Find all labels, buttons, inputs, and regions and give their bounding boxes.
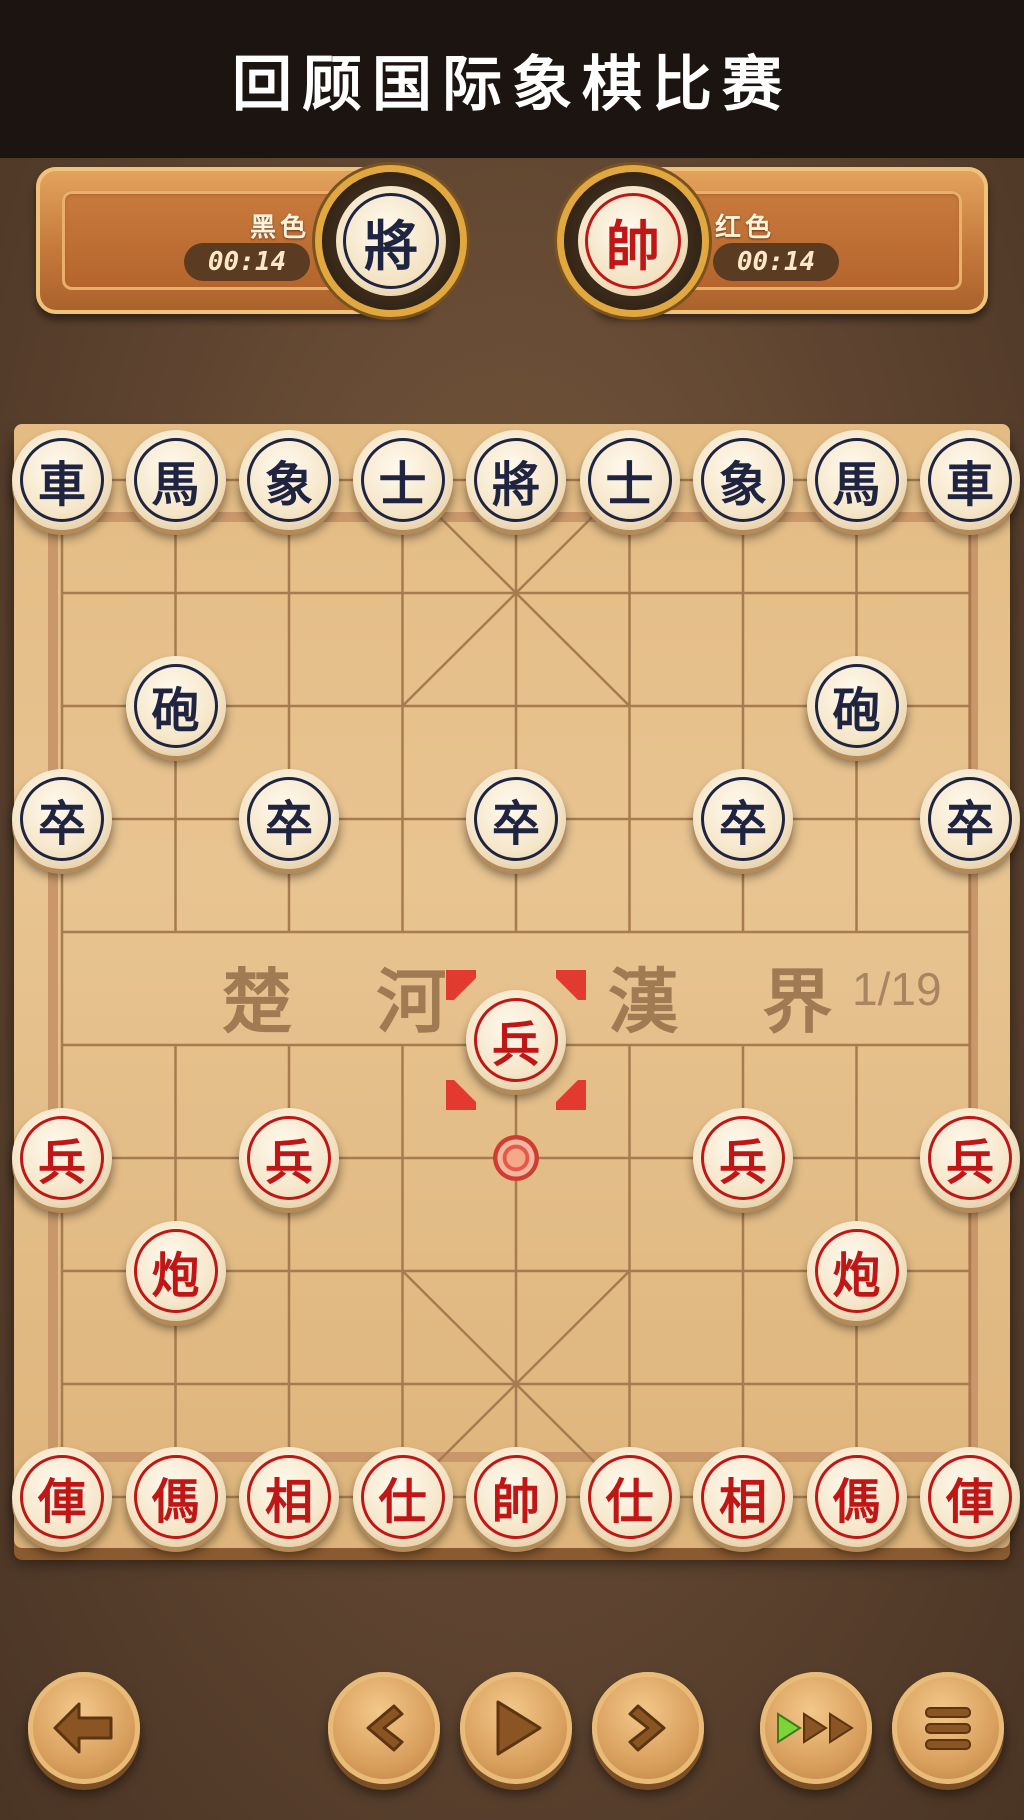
red-piece[interactable]: 兵 <box>920 1108 1020 1208</box>
play-icon <box>496 1700 542 1756</box>
black-piece[interactable]: 象 <box>693 430 793 530</box>
red-piece[interactable]: 兵 <box>12 1108 112 1208</box>
selection-corner-icon <box>556 1080 586 1110</box>
red-piece[interactable]: 炮 <box>125 1221 226 1321</box>
black-piece[interactable]: 卒 <box>12 769 112 869</box>
black-piece[interactable]: 卒 <box>239 769 339 869</box>
selection-corner-icon <box>556 970 586 1000</box>
board-grid <box>60 478 972 1499</box>
back-arrow-icon <box>53 1702 113 1754</box>
red-piece[interactable]: 相 <box>693 1447 793 1547</box>
prev-move-button[interactable] <box>328 1672 440 1784</box>
black-piece[interactable]: 士 <box>579 430 680 530</box>
last-move-marker <box>493 1135 539 1181</box>
chevron-left-icon <box>366 1704 404 1752</box>
fast-forward-icon <box>777 1712 854 1744</box>
red-piece[interactable]: 仕 <box>352 1447 453 1547</box>
next-move-button[interactable] <box>592 1672 704 1784</box>
selection-corner-icon <box>446 1080 476 1110</box>
red-piece[interactable]: 俥 <box>12 1447 112 1547</box>
menu-button[interactable] <box>892 1672 1004 1784</box>
black-piece[interactable]: 馬 <box>125 430 226 530</box>
selection-corner-icon <box>446 970 476 1000</box>
red-piece[interactable]: 仕 <box>579 1447 680 1547</box>
red-piece[interactable]: 帥 <box>466 1447 566 1547</box>
red-piece[interactable]: 炮 <box>806 1221 907 1321</box>
black-piece[interactable]: 象 <box>239 430 339 530</box>
black-piece[interactable]: 砲 <box>806 656 907 756</box>
chevron-right-icon <box>628 1704 666 1752</box>
move-counter: 1/19 <box>852 963 942 1015</box>
red-piece[interactable]: 相 <box>239 1447 339 1547</box>
river-label-chu-he: 楚 河 <box>222 960 477 1043</box>
menu-icon <box>925 1707 971 1750</box>
black-piece[interactable]: 砲 <box>125 656 226 756</box>
black-piece[interactable]: 車 <box>920 430 1020 530</box>
red-piece[interactable]: 傌 <box>806 1447 907 1547</box>
fast-forward-button[interactable] <box>760 1672 872 1784</box>
black-piece[interactable]: 車 <box>12 430 112 530</box>
river-label-han-jie: 漢 界 <box>608 960 863 1043</box>
black-piece[interactable]: 卒 <box>920 769 1020 869</box>
black-piece[interactable]: 士 <box>352 430 453 530</box>
red-piece[interactable]: 俥 <box>920 1447 1020 1547</box>
black-piece[interactable]: 卒 <box>466 769 566 869</box>
red-piece[interactable]: 兵 <box>693 1108 793 1208</box>
back-button[interactable] <box>28 1672 140 1784</box>
black-piece[interactable]: 馬 <box>806 430 907 530</box>
red-piece-selected[interactable]: 兵 <box>466 990 566 1090</box>
play-button[interactable] <box>460 1672 572 1784</box>
black-piece[interactable]: 卒 <box>693 769 793 869</box>
black-piece[interactable]: 將 <box>466 430 566 530</box>
red-piece[interactable]: 兵 <box>239 1108 339 1208</box>
red-piece[interactable]: 傌 <box>125 1447 226 1547</box>
